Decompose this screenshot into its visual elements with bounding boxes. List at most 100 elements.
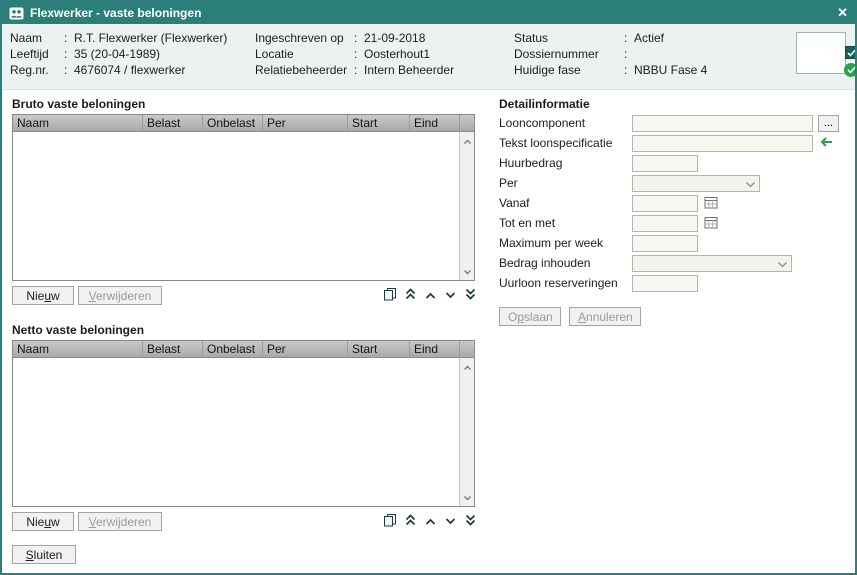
huurbedrag-input[interactable] bbox=[632, 155, 698, 172]
info-column-3: Status:Actief Dossiernummer: Huidige fas… bbox=[514, 30, 707, 78]
column-header-onbelast[interactable]: Onbelast bbox=[203, 341, 263, 358]
info-value: Oosterhout1 bbox=[364, 46, 430, 62]
move-bottom-button-netto[interactable] bbox=[461, 512, 479, 530]
info-leeftijd: Leeftijd:35 (20-04-1989) bbox=[10, 46, 227, 62]
chevron-down-icon bbox=[777, 257, 788, 271]
move-top-button-bruto[interactable] bbox=[401, 286, 419, 304]
tot-en-met-input[interactable] bbox=[632, 215, 698, 232]
column-header-eind[interactable]: Eind bbox=[410, 341, 460, 358]
chevron-double-up-icon bbox=[404, 288, 417, 303]
per-select[interactable] bbox=[632, 175, 760, 192]
verwijderen-button-bruto[interactable]: Verwijderen bbox=[78, 286, 162, 305]
tekst-loonspecificatie-input[interactable] bbox=[632, 135, 813, 152]
photo-placeholder[interactable] bbox=[796, 32, 846, 74]
chevron-down-icon bbox=[745, 177, 756, 191]
vanaf-input[interactable] bbox=[632, 195, 698, 212]
verwijderen-button-netto[interactable]: Verwijderen bbox=[78, 512, 162, 531]
move-down-button-bruto[interactable] bbox=[441, 286, 459, 304]
info-value: R.T. Flexwerker (Flexwerker) bbox=[74, 30, 227, 46]
netto-table-header: Naam Belast Onbelast Per Start Eind bbox=[13, 341, 474, 358]
info-label: Locatie bbox=[255, 46, 354, 62]
scroll-down-icon[interactable] bbox=[463, 490, 472, 504]
column-header-belast[interactable]: Belast bbox=[143, 341, 203, 358]
maximum-per-week-label: Maximum per week bbox=[499, 235, 603, 252]
move-top-button-netto[interactable] bbox=[401, 512, 419, 530]
info-separator: : bbox=[64, 46, 74, 62]
looncomponent-label: Looncomponent bbox=[499, 115, 585, 132]
column-header-start[interactable]: Start bbox=[348, 341, 410, 358]
uurloon-reserveringen-input[interactable] bbox=[632, 275, 698, 292]
info-separator: : bbox=[64, 30, 74, 46]
column-header-start[interactable]: Start bbox=[348, 115, 410, 132]
info-huidige-fase: Huidige fase:NBBU Fase 4 bbox=[514, 62, 707, 78]
nieuw-button-netto[interactable]: Nieuw bbox=[12, 512, 74, 531]
photo-checkbox[interactable] bbox=[845, 46, 857, 59]
info-naam: Naam:R.T. Flexwerker (Flexwerker) bbox=[10, 30, 227, 46]
close-icon[interactable]: ✕ bbox=[837, 2, 848, 24]
info-label: Relatiebeheerder bbox=[255, 62, 354, 78]
chevron-double-up-icon bbox=[404, 514, 417, 529]
info-value: 21-09-2018 bbox=[364, 30, 425, 46]
looncomponent-browse-button[interactable]: ... bbox=[818, 115, 839, 132]
info-column-1: Naam:R.T. Flexwerker (Flexwerker) Leefti… bbox=[10, 30, 227, 78]
column-header-onbelast[interactable]: Onbelast bbox=[203, 115, 263, 132]
photo-side-controls bbox=[844, 46, 857, 77]
bruto-table-header: Naam Belast Onbelast Per Start Eind bbox=[13, 115, 474, 132]
netto-vertical-scrollbar[interactable] bbox=[459, 358, 474, 506]
huurbedrag-label: Huurbedrag bbox=[499, 155, 562, 172]
info-separator: : bbox=[624, 30, 634, 46]
chevron-double-down-icon bbox=[464, 514, 477, 529]
maximum-per-week-input[interactable] bbox=[632, 235, 698, 252]
scroll-up-icon[interactable] bbox=[463, 134, 472, 148]
info-label: Huidige fase bbox=[514, 62, 624, 78]
opslaan-button[interactable]: Opslaan bbox=[499, 307, 561, 326]
scroll-down-icon[interactable] bbox=[463, 264, 472, 278]
uurloon-reserveringen-label: Uurloon reserveringen bbox=[499, 275, 618, 292]
calendar-icon bbox=[704, 196, 718, 212]
column-header-naam[interactable]: Naam bbox=[13, 115, 143, 132]
info-value: 35 (20-04-1989) bbox=[74, 46, 160, 62]
scroll-up-icon[interactable] bbox=[463, 360, 472, 374]
move-up-button-netto[interactable] bbox=[421, 512, 439, 530]
info-value: Actief bbox=[634, 30, 664, 46]
bruto-table: Naam Belast Onbelast Per Start Eind bbox=[12, 114, 475, 281]
nieuw-button-bruto[interactable]: Nieuw bbox=[12, 286, 74, 305]
sluiten-button[interactable]: Sluiten bbox=[12, 545, 76, 564]
per-label: Per bbox=[499, 175, 518, 192]
netto-table-body[interactable] bbox=[13, 358, 459, 506]
copy-button-bruto[interactable] bbox=[381, 286, 399, 304]
tot-en-met-calendar-button[interactable] bbox=[702, 215, 720, 232]
info-value: NBBU Fase 4 bbox=[634, 62, 707, 78]
move-bottom-button-bruto[interactable] bbox=[461, 286, 479, 304]
column-header-belast[interactable]: Belast bbox=[143, 115, 203, 132]
move-up-button-bruto[interactable] bbox=[421, 286, 439, 304]
copy-icon bbox=[383, 287, 397, 304]
take-over-text-button[interactable] bbox=[816, 135, 834, 152]
info-separator: : bbox=[354, 62, 364, 78]
info-dossiernummer: Dossiernummer: bbox=[514, 46, 707, 62]
netto-row-tools bbox=[381, 512, 479, 530]
column-header-naam[interactable]: Naam bbox=[13, 341, 143, 358]
vanaf-calendar-button[interactable] bbox=[702, 195, 720, 212]
info-locatie: Locatie:Oosterhout1 bbox=[255, 46, 454, 62]
column-header-filler bbox=[460, 341, 474, 358]
info-ingeschreven-op: Ingeschreven op:21-09-2018 bbox=[255, 30, 454, 46]
bruto-table-body[interactable] bbox=[13, 132, 459, 280]
bruto-vertical-scrollbar[interactable] bbox=[459, 132, 474, 280]
info-label: Naam bbox=[10, 30, 64, 46]
copy-button-netto[interactable] bbox=[381, 512, 399, 530]
info-label: Leeftijd bbox=[10, 46, 64, 62]
column-header-per[interactable]: Per bbox=[263, 115, 348, 132]
column-header-per[interactable]: Per bbox=[263, 341, 348, 358]
netto-table: Naam Belast Onbelast Per Start Eind bbox=[12, 340, 475, 507]
info-separator: : bbox=[354, 46, 364, 62]
calendar-icon bbox=[704, 216, 718, 232]
column-header-eind[interactable]: Eind bbox=[410, 115, 460, 132]
bruto-row-tools bbox=[381, 286, 479, 304]
info-status: Status:Actief bbox=[514, 30, 707, 46]
bedrag-inhouden-select[interactable] bbox=[632, 255, 792, 272]
annuleren-button[interactable]: Annuleren bbox=[569, 307, 641, 326]
looncomponent-input[interactable] bbox=[632, 115, 813, 132]
move-down-button-netto[interactable] bbox=[441, 512, 459, 530]
bedrag-inhouden-label: Bedrag inhouden bbox=[499, 255, 590, 272]
